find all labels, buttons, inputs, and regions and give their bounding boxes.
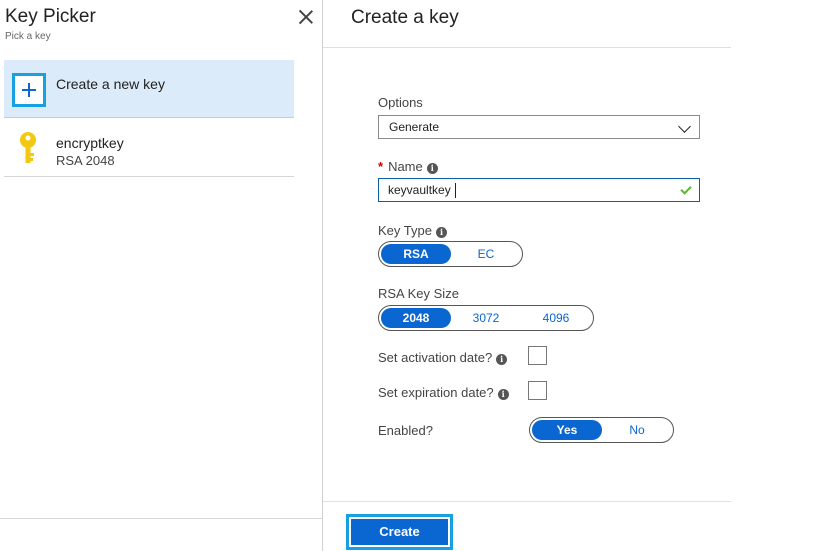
blade-title: Key Picker [5,6,96,27]
info-icon[interactable]: i [426,163,438,174]
info-icon[interactable]: i [497,389,509,400]
activation-checkbox[interactable] [528,346,547,365]
key-type-option-ec[interactable]: EC [451,244,521,264]
create-new-key-item[interactable]: Create a new key [4,60,294,118]
key-icon [20,132,36,163]
name-field[interactable] [378,178,700,202]
key-picker-blade: Key Picker Pick a key Create a new key e… [0,0,322,551]
create-button[interactable]: Create [346,514,453,550]
header-divider [323,47,731,48]
checkmark-icon [680,183,692,195]
required-icon: * [378,159,384,174]
create-new-key-label: Create a new key [56,76,165,92]
key-size-option-3072[interactable]: 3072 [451,308,521,328]
key-name: encryptkey [56,135,124,151]
footer-divider [323,501,731,502]
create-button-label: Create [351,519,448,545]
key-size-option-2048[interactable]: 2048 [381,308,451,328]
info-icon[interactable]: i [435,227,447,238]
chevron-down-icon [678,120,691,133]
options-dropdown[interactable]: Generate [378,115,700,139]
expiration-label-row: Set expiration date? i [378,385,509,400]
name-label: Name [388,159,423,174]
rsa-key-size-toggle[interactable]: 2048 3072 4096 [378,305,594,331]
create-key-blade: Create a key Options Generate * Name i Key… [323,0,731,551]
name-label-row: * Name i [378,159,438,174]
enabled-option-yes[interactable]: Yes [532,420,602,440]
activation-label-row: Set activation date? i [378,350,508,365]
activation-label: Set activation date? [378,350,493,365]
info-icon[interactable]: i [496,354,508,365]
enabled-option-no[interactable]: No [602,420,672,440]
key-type-toggle[interactable]: RSA EC [378,241,523,267]
enabled-toggle[interactable]: Yes No [529,417,674,443]
enabled-label: Enabled? [378,423,433,438]
expiration-label: Set expiration date? [378,385,494,400]
name-input[interactable] [380,180,670,200]
footer-divider [0,518,322,519]
plus-icon [12,73,46,107]
options-selected-value: Generate [389,120,440,134]
key-detail: RSA 2048 [56,153,115,168]
text-caret [455,183,456,198]
key-list-item[interactable]: encryptkey RSA 2048 [4,119,294,177]
key-size-option-4096[interactable]: 4096 [521,308,591,328]
close-icon[interactable] [297,8,315,26]
rsa-key-size-label: RSA Key Size [378,286,459,301]
key-type-option-rsa[interactable]: RSA [381,244,451,264]
options-label: Options [378,95,423,110]
key-type-label-row: Key Type i [378,223,447,238]
blade-subtitle: Pick a key [5,31,51,42]
blade-title: Create a key [351,7,459,28]
expiration-checkbox[interactable] [528,381,547,400]
key-type-label: Key Type [378,223,432,238]
